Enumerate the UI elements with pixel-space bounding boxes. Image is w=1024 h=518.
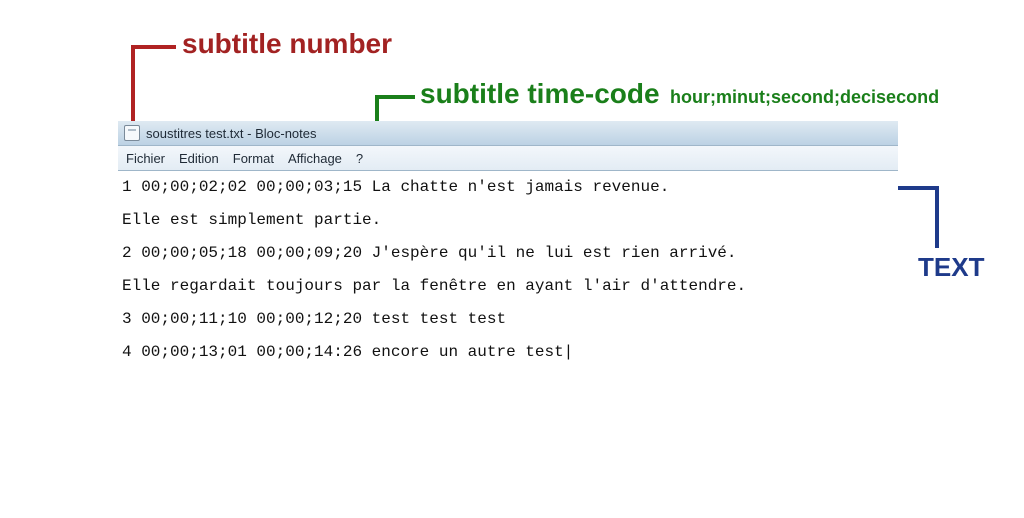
menu-help[interactable]: ?: [356, 151, 363, 166]
text-editor-area[interactable]: 1 00;00;02;02 00;00;03;15 La chatte n'es…: [118, 171, 898, 369]
annotation-subtitle-timecode-group: subtitle time-code hour;minut;second;dec…: [420, 78, 939, 110]
annotation-text-label: TEXT: [918, 252, 984, 283]
window-title: soustitres test.txt - Bloc-notes: [146, 126, 317, 141]
annotation-subtitle-number: subtitle number: [182, 28, 392, 60]
annotation-subtitle-timecode: subtitle time-code: [420, 78, 660, 109]
menu-format[interactable]: Format: [233, 151, 274, 166]
menu-bar: Fichier Edition Format Affichage ?: [118, 146, 898, 171]
menu-view[interactable]: Affichage: [288, 151, 342, 166]
callout-line: [131, 45, 176, 49]
text-line: 4 00;00;13;01 00;00;14:26 encore un autr…: [118, 336, 898, 369]
menu-file[interactable]: Fichier: [126, 151, 165, 166]
notepad-window: soustitres test.txt - Bloc-notes Fichier…: [118, 121, 898, 369]
menu-edit[interactable]: Edition: [179, 151, 219, 166]
text-line: 1 00;00;02;02 00;00;03;15 La chatte n'es…: [118, 171, 898, 204]
text-line: 3 00;00;11;10 00;00;12;20 test test test: [118, 303, 898, 336]
callout-line: [935, 186, 939, 248]
window-titlebar[interactable]: soustitres test.txt - Bloc-notes: [118, 121, 898, 146]
text-line: Elle est simplement partie.: [118, 204, 898, 237]
callout-line: [375, 95, 415, 99]
text-line: Elle regardait toujours par la fenêtre e…: [118, 270, 898, 303]
annotation-timecode-detail: hour;minut;second;decisecond: [670, 87, 939, 107]
text-line: 2 00;00;05;18 00;00;09;20 J'espère qu'il…: [118, 237, 898, 270]
file-icon: [124, 125, 140, 141]
